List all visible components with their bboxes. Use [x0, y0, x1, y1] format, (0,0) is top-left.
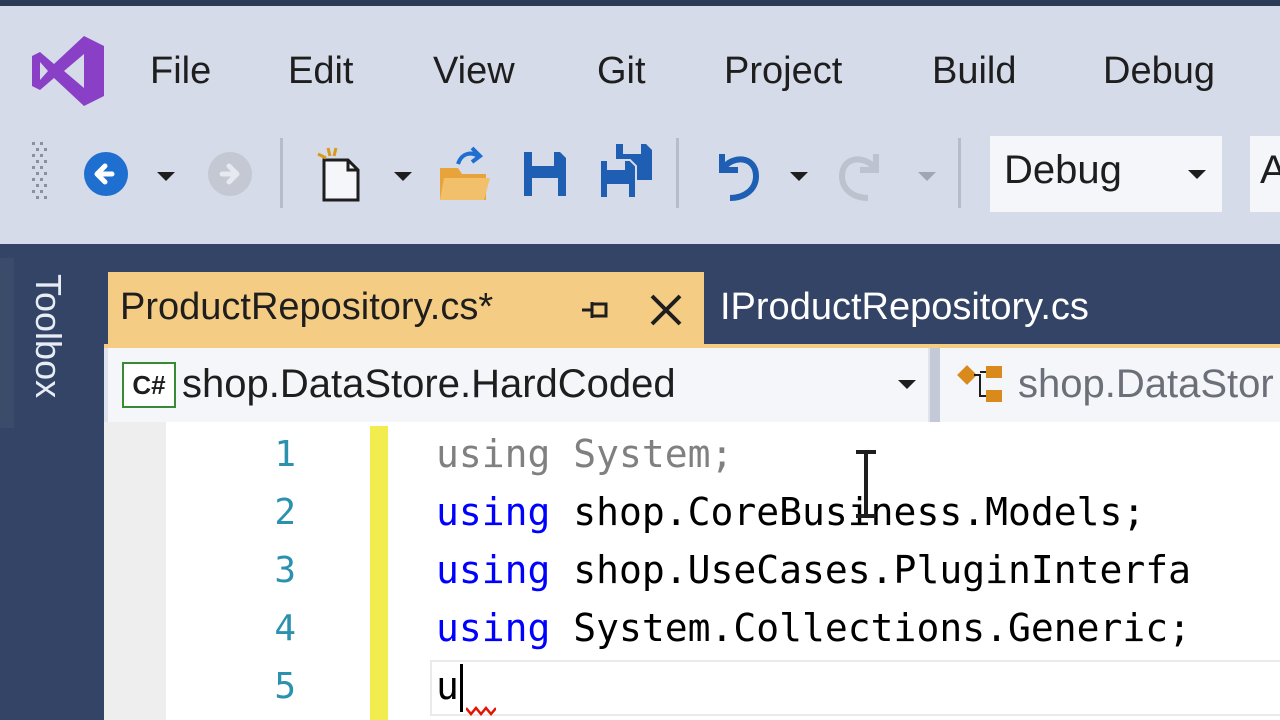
current-line-highlight — [430, 660, 1280, 716]
code-line[interactable]: using System.Collections.Generic; — [436, 606, 1191, 650]
code-text: System.Collections.Generic; — [550, 606, 1191, 650]
undo-dropdown-chevron-icon[interactable] — [790, 172, 808, 181]
csharp-project-icon: C# — [122, 362, 176, 408]
code-text: u — [436, 664, 459, 708]
code-line[interactable]: using System; — [436, 432, 733, 476]
class-icon — [957, 365, 1002, 402]
menu-debug[interactable]: Debug — [1103, 46, 1215, 96]
line-number: 5 — [274, 666, 296, 707]
code-text: shop.UseCases.PluginInterfa — [550, 548, 1191, 592]
save-all-icon[interactable] — [596, 142, 656, 202]
tab-product-repository[interactable]: ProductRepository.cs* — [108, 272, 704, 346]
visual-studio-logo-icon[interactable] — [28, 34, 108, 108]
toolbar-separator — [958, 138, 961, 208]
keyword: using — [436, 432, 551, 476]
navigate-forward-icon[interactable] — [206, 150, 254, 198]
solution-platform-select[interactable]: A — [1250, 136, 1280, 212]
text-caret — [460, 664, 463, 712]
save-icon[interactable] — [520, 148, 570, 200]
project-dropdown-value: shop.DataStore.HardCoded — [182, 362, 676, 406]
undo-icon[interactable] — [708, 146, 762, 202]
project-dropdown[interactable]: C# shop.DataStore.HardCoded — [108, 348, 928, 422]
keyword: using — [436, 606, 551, 650]
toolbar-divider-band — [0, 244, 1280, 272]
menu-edit[interactable]: Edit — [288, 46, 353, 96]
new-item-dropdown-chevron-icon[interactable] — [394, 172, 412, 181]
error-squiggle-icon — [466, 706, 496, 716]
new-item-icon[interactable] — [314, 146, 366, 204]
menu-project[interactable]: Project — [724, 46, 842, 96]
redo-icon[interactable] — [836, 146, 890, 202]
change-tracking-bar — [370, 426, 388, 720]
type-dropdown-value: shop.DataStor — [1018, 362, 1274, 406]
toolbox-tab-marker — [0, 258, 14, 428]
type-dropdown[interactable]: shop.DataStor — [940, 348, 1280, 422]
menu-file[interactable]: File — [150, 46, 211, 96]
menu-build[interactable]: Build — [932, 46, 1017, 96]
solution-configuration-value: Debug — [1004, 148, 1122, 192]
chevron-down-icon[interactable] — [898, 380, 916, 389]
toolbar-grip-icon[interactable] — [30, 140, 52, 206]
keyword: using — [436, 548, 551, 592]
keyword: using — [436, 490, 551, 534]
close-tab-icon[interactable] — [648, 292, 684, 328]
toolbar-separator — [280, 138, 283, 208]
solution-platform-value: A — [1260, 148, 1280, 192]
menu-view[interactable]: View — [433, 46, 515, 96]
line-number: 3 — [274, 550, 296, 591]
standard-toolbar: Debug A — [0, 118, 1280, 244]
tab-iproduct-repository[interactable]: IProductRepository.cs — [720, 286, 1089, 329]
navbar-splitter[interactable] — [930, 348, 940, 422]
code-text: shop.CoreBusiness.Models; — [550, 490, 1146, 534]
navigate-back-icon[interactable] — [82, 150, 130, 198]
code-line[interactable]: using shop.UseCases.PluginInterfa — [436, 548, 1191, 592]
solution-configuration-select[interactable]: Debug — [990, 136, 1222, 212]
redo-dropdown-chevron-icon[interactable] — [918, 172, 936, 181]
chevron-down-icon — [1188, 170, 1206, 179]
open-file-icon[interactable] — [436, 146, 492, 204]
ibeam-cursor-icon — [856, 450, 876, 518]
back-dropdown-chevron-icon[interactable] — [157, 172, 175, 181]
code-line[interactable]: using shop.CoreBusiness.Models; — [436, 490, 1145, 534]
tab-label: ProductRepository.cs* — [120, 286, 494, 328]
toolbar-separator — [676, 138, 679, 208]
line-number: 2 — [274, 492, 296, 533]
toolbox-tab[interactable]: Toolbox — [27, 274, 69, 398]
line-number: 1 — [274, 434, 296, 475]
line-number: 4 — [274, 608, 296, 649]
pin-tab-icon[interactable] — [578, 294, 614, 326]
code-text: System; — [550, 432, 734, 476]
code-line[interactable]: u — [436, 664, 459, 708]
menu-bar: File Edit View Git Project Build Debug — [0, 6, 1280, 118]
menu-git[interactable]: Git — [597, 46, 646, 96]
editor-margin — [104, 422, 166, 720]
